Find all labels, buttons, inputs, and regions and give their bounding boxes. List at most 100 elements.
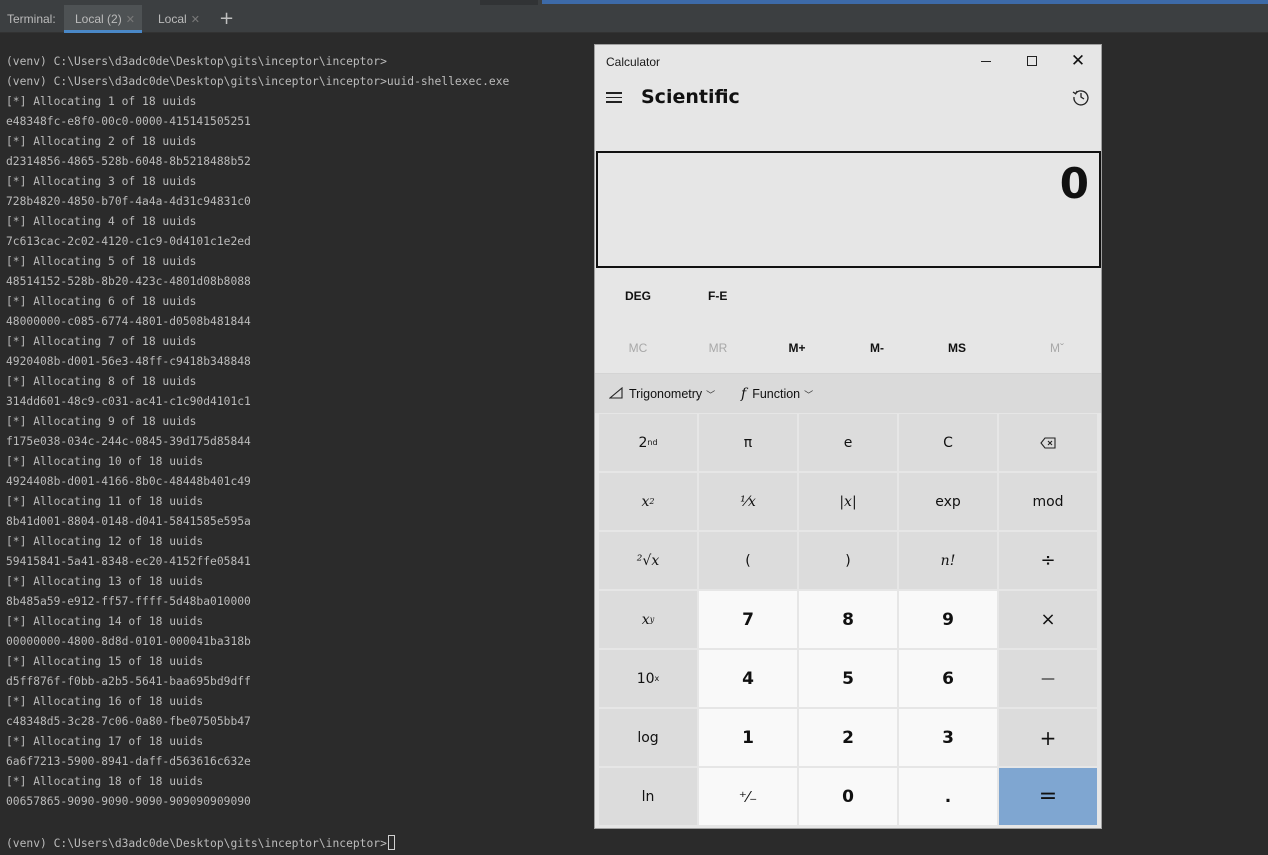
- minimize-button[interactable]: [963, 49, 1009, 73]
- terminal-line: [*] Allocating 5 of 18 uuids: [6, 255, 197, 268]
- hamburger-menu-icon[interactable]: [606, 90, 624, 104]
- history-icon[interactable]: [1071, 87, 1091, 107]
- reciprocal-button[interactable]: ¹⁄x: [699, 473, 797, 530]
- terminal-line: [*] Allocating 14 of 18 uuids: [6, 615, 204, 628]
- plus-icon[interactable]: +: [219, 8, 234, 29]
- ln-button[interactable]: ln: [599, 768, 697, 825]
- absolute-button[interactable]: |x|: [799, 473, 897, 530]
- memory-list-button[interactable]: Mˇ: [1017, 332, 1097, 364]
- e-button[interactable]: e: [799, 414, 897, 471]
- angle-mode-button[interactable]: DEG: [625, 281, 651, 311]
- keypad: 2nd π e C x2 ¹⁄x |x| exp mod ²√x ( ) n! …: [598, 413, 1099, 827]
- plus-button[interactable]: +: [999, 709, 1097, 766]
- chevron-down-icon: ﹀: [706, 390, 716, 400]
- triangle-ruler-icon: [608, 386, 623, 399]
- terminal-line: d2314856-4865-528b-6048-8b5218488b52: [6, 155, 251, 168]
- terminal-line: 8b485a59-e912-ff57-ffff-5d48ba010000: [6, 595, 251, 608]
- terminal-line: 00657865-9090-9090-9090-909090909090: [6, 795, 251, 808]
- terminal-line: [*] Allocating 10 of 18 uuids: [6, 455, 204, 468]
- ten-power-label: 10: [636, 670, 655, 687]
- function-icon: f: [741, 386, 747, 402]
- digit-6-button[interactable]: 6: [899, 650, 997, 707]
- decimal-button[interactable]: .: [899, 768, 997, 825]
- left-paren-button[interactable]: (: [699, 532, 797, 589]
- x-icon[interactable]: ✕: [191, 14, 200, 26]
- digit-1-button[interactable]: 1: [699, 709, 797, 766]
- terminal-line: 59415841-5a41-8348-ec20-4152ffe05841: [6, 555, 251, 568]
- log-button[interactable]: log: [599, 709, 697, 766]
- terminal-line: [*] Allocating 17 of 18 uuids: [6, 735, 204, 748]
- terminal-line: 728b4820-4850-b70f-4a4a-4d31c94831c0: [6, 195, 251, 208]
- result-display: 0: [596, 151, 1101, 268]
- second-button[interactable]: 2nd: [599, 414, 697, 471]
- terminal-line: [*] Allocating 18 of 18 uuids: [6, 775, 204, 788]
- terminal-line: [*] Allocating 3 of 18 uuids: [6, 175, 197, 188]
- memory-subtract-button[interactable]: M-: [837, 332, 917, 364]
- power-sup: y: [649, 615, 655, 624]
- power-label: x: [641, 611, 650, 628]
- terminal-line: [*] Allocating 11 of 18 uuids: [6, 495, 204, 508]
- terminal-line: (venv) C:\Users\d3adc0de\Desktop\gits\in…: [6, 75, 510, 88]
- memory-add-button[interactable]: M+: [757, 332, 837, 364]
- square-root-button[interactable]: ²√x: [599, 532, 697, 589]
- second-label: 2: [638, 434, 648, 451]
- maximize-button[interactable]: [1009, 49, 1055, 73]
- digit-2-button[interactable]: 2: [799, 709, 897, 766]
- clear-button[interactable]: C: [899, 414, 997, 471]
- fe-button[interactable]: F-E: [708, 281, 727, 311]
- right-paren-button[interactable]: ): [799, 532, 897, 589]
- trigonometry-dropdown[interactable]: Trigonometry ﹀: [608, 382, 716, 406]
- digit-7-button[interactable]: 7: [699, 591, 797, 648]
- tab-label: Local (2): [75, 12, 122, 26]
- digit-0-button[interactable]: 0: [799, 768, 897, 825]
- display-value: 0: [1059, 159, 1089, 208]
- power-button[interactable]: xy: [599, 591, 697, 648]
- terminal-line: [*] Allocating 2 of 18 uuids: [6, 135, 197, 148]
- memory-store-button[interactable]: MS: [917, 332, 997, 364]
- close-button[interactable]: ✕: [1055, 49, 1101, 73]
- calculator-titlebar[interactable]: Calculator ✕: [595, 45, 1101, 77]
- second-sup: nd: [647, 438, 658, 447]
- square-button[interactable]: x2: [599, 473, 697, 530]
- equals-button[interactable]: =: [999, 768, 1097, 825]
- negate-button[interactable]: ⁺⁄₋: [699, 768, 797, 825]
- digit-9-button[interactable]: 9: [899, 591, 997, 648]
- terminal-line: 4920408b-d001-56e3-48ff-c9418b348848: [6, 355, 251, 368]
- digit-8-button[interactable]: 8: [799, 591, 897, 648]
- terminal-label: Terminal:: [7, 12, 56, 26]
- ten-power-button[interactable]: 10 x: [599, 650, 697, 707]
- digit-3-button[interactable]: 3: [899, 709, 997, 766]
- memory-recall-button[interactable]: MR: [678, 332, 758, 364]
- tab-local-2[interactable]: Local (2) ✕: [64, 5, 142, 33]
- chevron-down-icon: ﹀: [804, 390, 814, 400]
- minus-button[interactable]: —: [999, 650, 1097, 707]
- function-row: Trigonometry ﹀ f Function ﹀: [595, 373, 1101, 413]
- terminal-line: [*] Allocating 1 of 18 uuids: [6, 95, 197, 108]
- tab-local[interactable]: Local ✕: [158, 5, 214, 33]
- backspace-icon: [1040, 436, 1056, 449]
- terminal-line: [*] Allocating 15 of 18 uuids: [6, 655, 204, 668]
- multiply-button[interactable]: ×: [999, 591, 1097, 648]
- ten-power-sup: x: [654, 674, 660, 683]
- terminal-line: 8b41d001-8804-0148-d041-5841585e595a: [6, 515, 251, 528]
- backspace-button[interactable]: [999, 414, 1097, 471]
- terminal-line: [*] Allocating 13 of 18 uuids: [6, 575, 204, 588]
- terminal-output[interactable]: (venv) C:\Users\d3adc0de\Desktop\gits\in…: [0, 33, 594, 855]
- x-icon[interactable]: ✕: [126, 14, 135, 26]
- terminal-line: 00000000-4800-8d8d-0101-000041ba318b: [6, 635, 251, 648]
- pi-button[interactable]: π: [699, 414, 797, 471]
- exp-button[interactable]: exp: [899, 473, 997, 530]
- digit-5-button[interactable]: 5: [799, 650, 897, 707]
- terminal-line: [*] Allocating 8 of 18 uuids: [6, 375, 197, 388]
- terminal-line: c48348d5-3c28-7c06-0a80-fbe07505bb47: [6, 715, 251, 728]
- close-icon: ✕: [1070, 51, 1086, 71]
- mod-button[interactable]: mod: [999, 473, 1097, 530]
- digit-4-button[interactable]: 4: [699, 650, 797, 707]
- prompt-text: (venv) C:\Users\d3adc0de\Desktop\gits\in…: [6, 837, 387, 850]
- factorial-button[interactable]: n!: [899, 532, 997, 589]
- divide-button[interactable]: ÷: [999, 532, 1097, 589]
- terminal-prompt[interactable]: (venv) C:\Users\d3adc0de\Desktop\gits\in…: [6, 835, 395, 851]
- terminal-line: 48000000-c085-6774-4801-d0508b481844: [6, 315, 251, 328]
- memory-clear-button[interactable]: MC: [598, 332, 678, 364]
- function-dropdown[interactable]: f Function ﹀: [741, 382, 813, 406]
